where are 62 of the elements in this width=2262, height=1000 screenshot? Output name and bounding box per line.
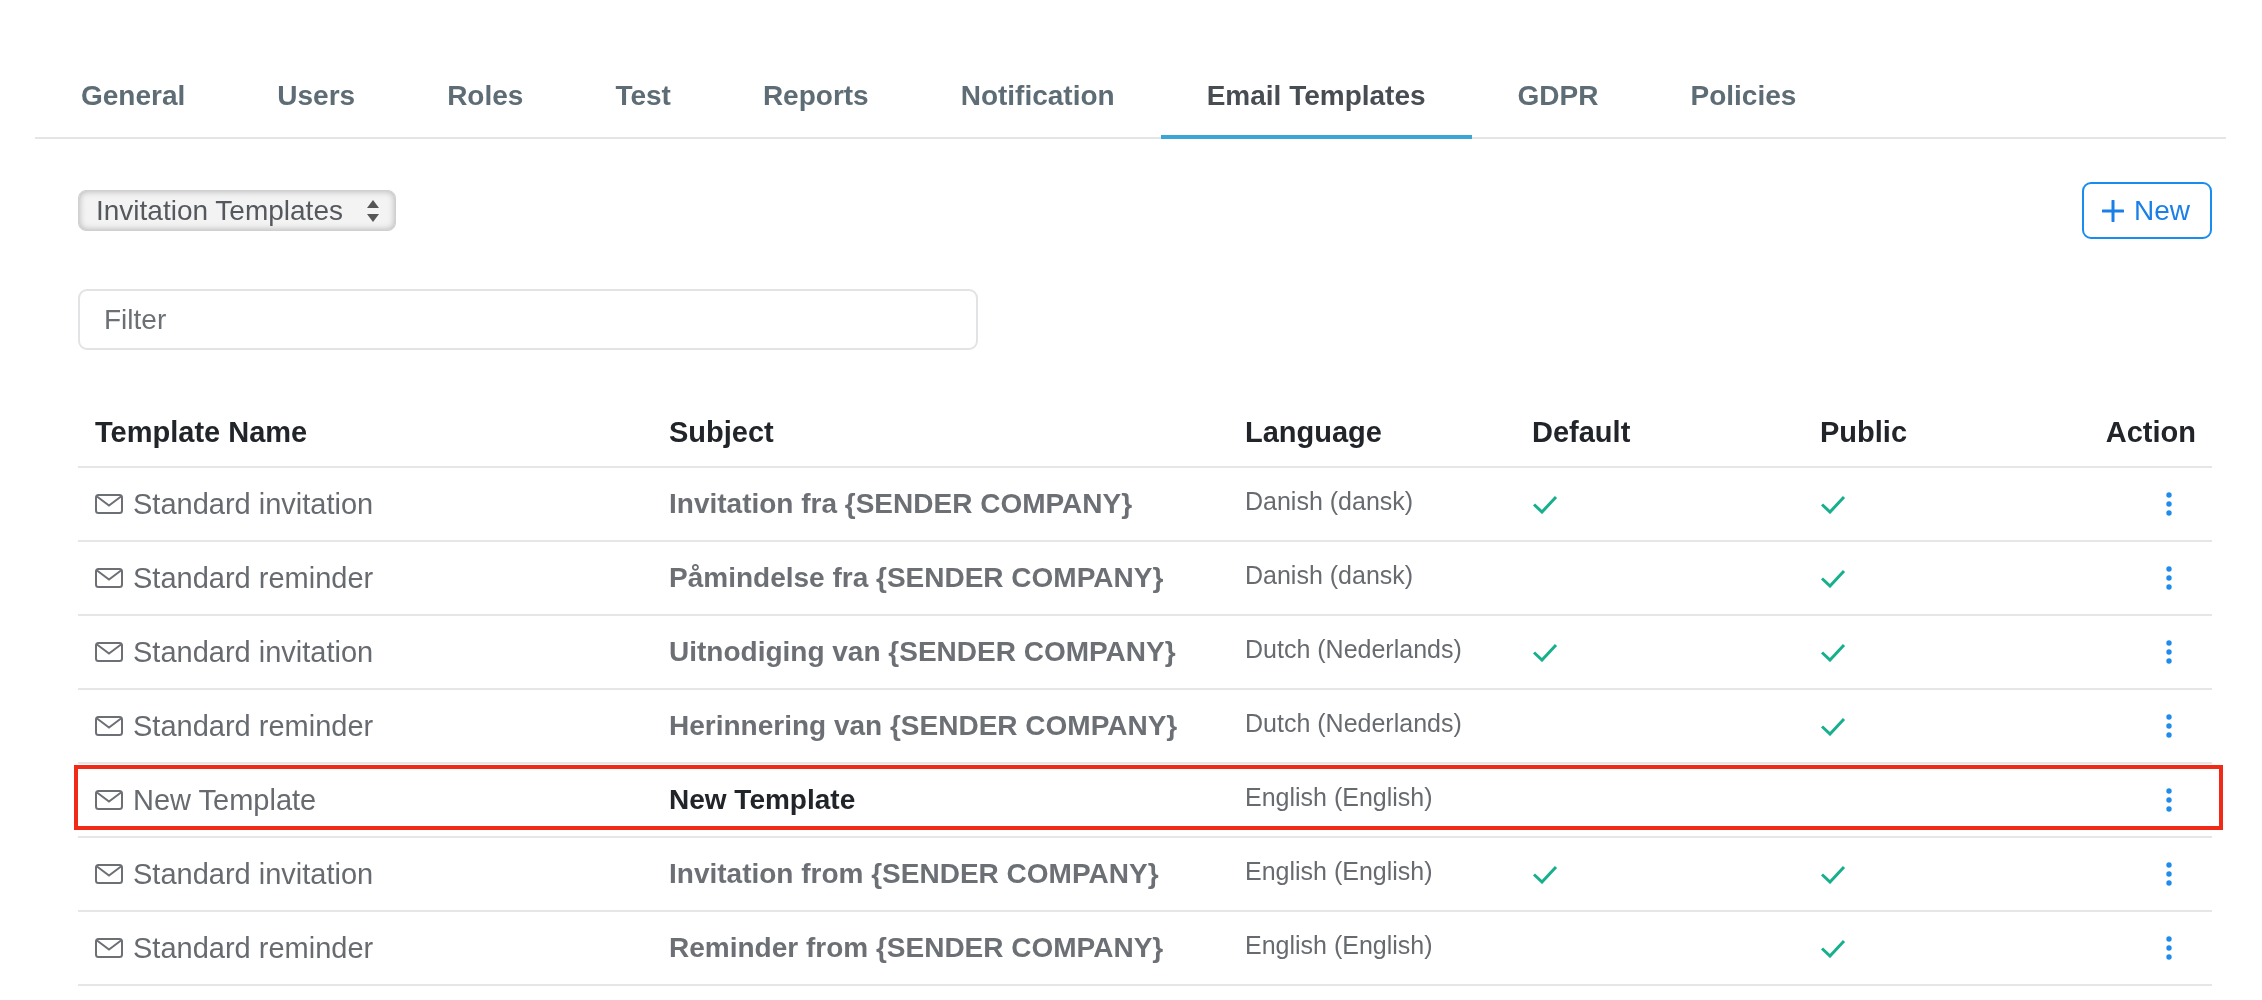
column-header: Default — [1532, 415, 1631, 449]
row-menu-button[interactable] — [2163, 712, 2175, 740]
template-language: English (English) — [1245, 783, 1433, 812]
envelope-icon — [95, 494, 123, 514]
tab[interactable]: Policies — [1644, 49, 1843, 139]
row-menu-button[interactable] — [2163, 638, 2175, 666]
up-down-arrows-icon — [366, 199, 379, 222]
row-menu-button[interactable] — [2163, 564, 2175, 592]
tab[interactable]: GDPR — [1471, 49, 1645, 139]
template-name: Standard reminder — [133, 709, 374, 743]
vertical-dots-icon — [2166, 862, 2172, 886]
tab[interactable]: Reports — [716, 49, 915, 139]
envelope-icon — [95, 938, 123, 958]
template-name: Standard reminder — [133, 561, 374, 595]
template-subject: Påmindelse fra {SENDER COMPANY} — [669, 562, 1164, 594]
column-header: Language — [1245, 415, 1382, 449]
template-name: Standard invitation — [133, 635, 374, 669]
row-menu-button[interactable] — [2163, 786, 2175, 814]
template-language: Dutch (Nederlands) — [1245, 635, 1462, 664]
column-header: Template Name — [95, 415, 308, 449]
template-subject: Uitnodiging van {SENDER COMPANY} — [669, 636, 1176, 668]
row-menu-button[interactable] — [2163, 860, 2175, 888]
vertical-dots-icon — [2166, 714, 2172, 738]
envelope-icon — [95, 642, 123, 662]
vertical-dots-icon — [2166, 566, 2172, 590]
template-language: English (English) — [1245, 857, 1433, 886]
column-header: Public — [1820, 415, 1907, 449]
template-language: Danish (dansk) — [1245, 561, 1414, 590]
vertical-dots-icon — [2166, 640, 2172, 664]
column-header: Action — [2105, 415, 2196, 449]
template-name: New Template — [133, 783, 317, 817]
tab[interactable]: Notification — [914, 49, 1161, 139]
template-subject: Herinnering van {SENDER COMPANY} — [669, 710, 1178, 742]
template-language: Danish (dansk) — [1245, 487, 1414, 516]
tab[interactable]: Test — [569, 49, 717, 139]
row-menu-button[interactable] — [2163, 490, 2175, 518]
template-language: English (English) — [1245, 931, 1433, 960]
template-subject: New Template — [669, 784, 856, 816]
template-language: Dutch (Nederlands) — [1245, 709, 1462, 738]
template-subject: Invitation fra {SENDER COMPANY} — [669, 488, 1133, 520]
envelope-icon — [95, 790, 123, 810]
vertical-dots-icon — [2166, 936, 2172, 960]
envelope-icon — [95, 568, 123, 588]
template-name: Standard invitation — [133, 487, 374, 521]
template-subject: Reminder from {SENDER COMPANY} — [669, 932, 1164, 964]
filter-field[interactable]: Filter — [78, 289, 978, 350]
envelope-icon — [95, 864, 123, 884]
vertical-dots-icon — [2166, 788, 2172, 812]
template-subject: Invitation from {SENDER COMPANY} — [669, 858, 1159, 890]
template-name: Standard reminder — [133, 931, 374, 965]
tab[interactable]: Roles — [401, 49, 570, 139]
template-type-select[interactable]: Invitation Templates — [78, 190, 396, 231]
row-menu-button[interactable] — [2163, 934, 2175, 962]
envelope-icon — [95, 716, 123, 736]
tab[interactable]: Email Templates — [1160, 49, 1472, 139]
template-name: Standard invitation — [133, 857, 374, 891]
plus-icon — [2102, 199, 2124, 222]
vertical-dots-icon — [2166, 492, 2172, 516]
new-button[interactable]: New — [2082, 182, 2212, 239]
tab[interactable]: General — [35, 49, 232, 139]
tab[interactable]: Users — [231, 49, 402, 139]
column-header: Subject — [669, 415, 774, 449]
